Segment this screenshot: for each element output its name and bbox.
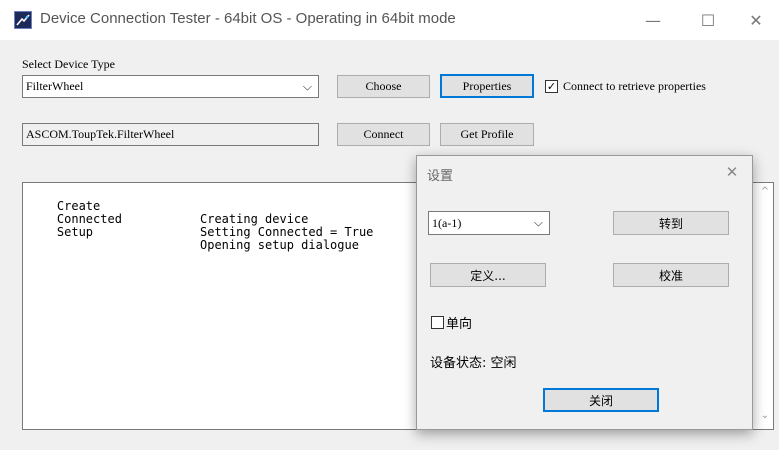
- goto-button[interactable]: 转到: [613, 211, 729, 235]
- device-status-label: 设备状态: 空闲: [430, 356, 517, 371]
- window-title: Device Connection Tester - 64bit OS - Op…: [40, 10, 456, 27]
- settings-dialog: 设置 ✕ 1(a-1) ⌵ 转到 定义... 校准 单向 设备状态: 空闲 关闭: [416, 155, 753, 430]
- close-icon: ✕: [749, 10, 763, 30]
- minimize-button[interactable]: —: [630, 0, 676, 40]
- telescope-app-icon: [14, 11, 32, 29]
- filter-position-dropdown[interactable]: 1(a-1) ⌵: [428, 211, 550, 235]
- unidirectional-checkbox[interactable]: [431, 316, 444, 329]
- dialog-title: 设置: [427, 169, 454, 184]
- get-profile-button[interactable]: Get Profile: [440, 123, 534, 146]
- connect-to-retrieve-checkbox[interactable]: ✓: [545, 80, 558, 93]
- select-device-type-label: Select Device Type: [22, 57, 115, 71]
- connect-button[interactable]: Connect: [337, 123, 430, 146]
- chevron-down-icon: ⌵: [533, 215, 543, 230]
- minimize-icon: —: [645, 10, 661, 30]
- connect-to-retrieve-label: Connect to retrieve properties: [563, 79, 706, 93]
- calibrate-button[interactable]: 校准: [613, 263, 729, 287]
- choose-button[interactable]: Choose: [337, 75, 430, 98]
- log-action: Setup: [56, 225, 94, 239]
- dialog-close-icon[interactable]: ✕: [718, 160, 746, 184]
- device-type-dropdown[interactable]: FilterWheel ⌵: [22, 75, 319, 98]
- device-type-value: FilterWheel: [26, 79, 84, 93]
- maximize-icon: ☐: [700, 10, 716, 30]
- log-message: Opening setup dialogue: [200, 238, 359, 252]
- driver-id-field: ASCOM.ToupTek.FilterWheel: [22, 123, 319, 146]
- chevron-down-icon: ⌵: [302, 79, 312, 93]
- maximize-button[interactable]: ☐: [685, 0, 731, 40]
- close-button[interactable]: ✕: [733, 0, 779, 40]
- title-bar: Device Connection Tester - 64bit OS - Op…: [0, 0, 779, 40]
- properties-button[interactable]: Properties: [440, 74, 534, 98]
- telescope-glyph: [16, 14, 30, 26]
- calibrate-label: 校准: [658, 268, 683, 283]
- define-button[interactable]: 定义...: [430, 263, 546, 287]
- scroll-up-arrow-icon[interactable]: ^: [758, 184, 772, 198]
- filter-position-value: 1(a-1): [432, 215, 462, 230]
- dialog-close-button[interactable]: 关闭: [543, 388, 659, 412]
- log-row: Setup Opening setup dialogue: [28, 213, 359, 265]
- scroll-down-arrow-icon[interactable]: ⌄: [758, 408, 772, 422]
- unidirectional-label: 单向: [446, 317, 473, 332]
